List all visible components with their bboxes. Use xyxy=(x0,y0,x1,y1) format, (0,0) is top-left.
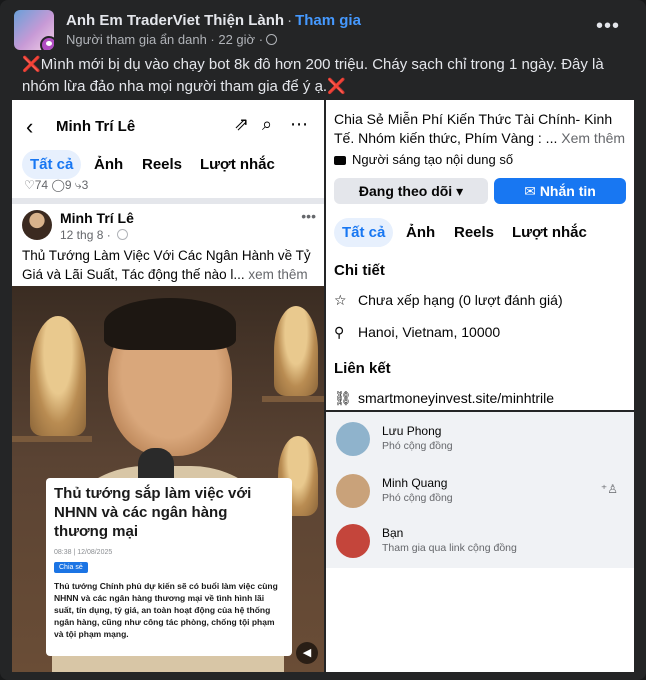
news-card: Thủ tướng sắp làm việc với NHNN và các n… xyxy=(46,478,292,656)
links-heading: Liên kết xyxy=(334,360,391,377)
list-item[interactable]: Bạn Tham gia qua link cộng đồng xyxy=(336,524,626,564)
group-name-line: Anh Em TraderViet Thiện Lành · Tham gia xyxy=(66,12,361,29)
list-item[interactable]: Minh Quang Phó cộng đồng ⁺♙ xyxy=(336,474,626,514)
member-role: Tham gia qua link cộng đồng xyxy=(382,542,517,554)
member-role: Phó cộng đồng xyxy=(382,492,453,504)
members-list: Lưu Phong Phó cộng đồng Minh Quang Phó c… xyxy=(326,412,634,568)
person-hair xyxy=(104,298,236,350)
more-icon[interactable]: ••• xyxy=(301,208,316,224)
more-icon[interactable]: ⋯ xyxy=(290,114,308,135)
author-name[interactable]: Minh Trí Lê xyxy=(60,210,134,226)
avatar xyxy=(336,474,370,508)
globe-icon xyxy=(266,34,278,45)
post-card: Anh Em TraderViet Thiện Lành · Tham gia Ng… xyxy=(0,0,646,680)
group-name[interactable]: Anh Em TraderViet Thiện Lành xyxy=(66,12,284,29)
share-icon[interactable]: ⇗ xyxy=(234,114,249,135)
buddha-statue xyxy=(274,306,318,396)
cross-mark-icon: ❌ xyxy=(327,78,346,95)
video-thumbnail[interactable]: Thủ tướng sắp làm việc với NHNN và các n… xyxy=(12,286,324,672)
tab-reels[interactable]: Reels xyxy=(134,150,190,179)
profile-bio: Chia Sẻ Miễn Phí Kiến Thức Tài Chính- Ki… xyxy=(334,110,630,148)
location-text: Hanoi, Vietnam, 10000 xyxy=(358,324,501,340)
tab-mentions[interactable]: Lượt nhắc xyxy=(504,218,595,247)
following-button[interactable]: Đang theo dõi ▾ xyxy=(334,178,488,204)
tab-all[interactable]: Tất cả xyxy=(22,150,82,179)
profile-screenshot-right[interactable]: Chia Sẻ Miễn Phí Kiến Thức Tài Chính- Ki… xyxy=(326,100,634,410)
star-icon: ☆ xyxy=(334,292,347,308)
globe-icon xyxy=(117,229,129,240)
news-headline: Thủ tướng sắp làm việc với NHNN và các n… xyxy=(54,485,252,540)
post-date-text: 12 thg 8 · xyxy=(60,228,115,242)
post-text: Thủ Tướng Làm Việc Với Các Ngân Hành về … xyxy=(22,246,322,284)
more-icon[interactable]: ••• xyxy=(596,16,620,36)
caption-text: Mình mới bị dụ vào chạy bot 8k đô hơn 20… xyxy=(22,56,604,95)
profile-screenshot-left[interactable]: ‹ Minh Trí Lê ⇗ ⌕ ⋯ Tất cả Ảnh Reels Lượ… xyxy=(12,100,324,672)
profile-name: Minh Trí Lê xyxy=(56,118,136,135)
see-more-link[interactable]: xem thêm xyxy=(245,267,307,282)
link-text[interactable]: smartmoneyinvest.site/minhtrile xyxy=(358,390,554,406)
message-button[interactable]: ✉ Nhắn tin xyxy=(494,178,626,204)
news-tag: Chia sẻ xyxy=(54,562,88,573)
link-icon: ⛓ xyxy=(334,390,352,406)
shelf xyxy=(12,436,92,442)
link-row[interactable]: ⛓ smartmoneyinvest.site/minhtrile xyxy=(334,390,554,407)
add-friend-icon[interactable]: ⁺♙ xyxy=(601,482,618,496)
separator-dot: · xyxy=(287,12,293,29)
post-caption: ❌Mình mới bị dụ vào chạy bot 8k đô hơn 2… xyxy=(22,54,630,98)
news-body: Thủ tướng Chính phủ dự kiến sẽ có buổi l… xyxy=(54,581,278,639)
shelf xyxy=(262,396,324,402)
post-meta-text: Người tham gia ẩn danh · 22 giờ · xyxy=(66,32,264,47)
avatar xyxy=(336,422,370,456)
member-role: Phó cộng đồng xyxy=(382,440,453,452)
back-arrow-icon[interactable]: ‹ xyxy=(26,114,33,140)
cross-mark-icon: ❌ xyxy=(22,56,41,73)
tab-mentions[interactable]: Lượt nhắc xyxy=(192,150,283,179)
members-screenshot: Lưu Phong Phó cộng đồng Minh Quang Phó c… xyxy=(326,412,634,672)
location-row: ⚲ Hanoi, Vietnam, 10000 xyxy=(334,324,500,341)
divider xyxy=(12,198,324,204)
tab-all[interactable]: Tất cả xyxy=(334,218,394,247)
avatar[interactable] xyxy=(22,210,52,240)
join-link[interactable]: Tham gia xyxy=(295,12,361,29)
rating-row: ☆ Chưa xếp hạng (0 lượt đánh giá) xyxy=(334,292,563,309)
tab-photos[interactable]: Ảnh xyxy=(398,218,443,247)
news-timestamp: 08:38 | 12/08/2025 xyxy=(54,549,113,556)
post-author: Minh Trí Lê 12 thg 8 · ••• xyxy=(22,208,322,248)
search-icon[interactable]: ⌕ xyxy=(262,114,272,135)
list-item[interactable]: Lưu Phong Phó cộng đồng xyxy=(336,422,626,462)
tab-reels[interactable]: Reels xyxy=(446,218,502,247)
post-meta: Người tham gia ẩn danh · 22 giờ · xyxy=(66,32,278,47)
creator-badge: Người sáng tạo nội dung số xyxy=(334,152,513,167)
rating-text: Chưa xếp hạng (0 lượt đánh giá) xyxy=(358,292,563,308)
buddha-statue xyxy=(30,316,86,436)
anonymous-user-icon xyxy=(40,36,54,50)
post-header: Anh Em TraderViet Thiện Lành · Tham gia Ng… xyxy=(14,10,632,50)
post-date: 12 thg 8 · xyxy=(60,228,129,242)
messenger-icon: ✉ xyxy=(524,183,540,199)
see-more-link[interactable]: Xem thêm xyxy=(557,130,625,146)
member-name: Minh Quang xyxy=(382,476,448,490)
mute-icon[interactable]: ◀ xyxy=(296,642,318,664)
group-avatar[interactable] xyxy=(14,10,54,50)
profile-tabs: Tất cả Ảnh Reels Lượt nhắc xyxy=(326,218,634,252)
profile-top-bar: ‹ Minh Trí Lê ⇗ ⌕ ⋯ xyxy=(12,112,324,142)
message-button-label: Nhắn tin xyxy=(539,183,596,199)
details-heading: Chi tiết xyxy=(334,262,385,279)
creator-text: Người sáng tạo nội dung số xyxy=(352,152,514,167)
location-pin-icon: ⚲ xyxy=(334,324,345,340)
tab-photos[interactable]: Ảnh xyxy=(86,150,131,179)
member-name: Bạn xyxy=(382,526,404,540)
reaction-row: ♡74 ◯9 ⤷3 xyxy=(24,178,89,192)
member-name: Lưu Phong xyxy=(382,424,442,438)
avatar xyxy=(336,524,370,558)
video-camera-icon xyxy=(334,156,346,165)
